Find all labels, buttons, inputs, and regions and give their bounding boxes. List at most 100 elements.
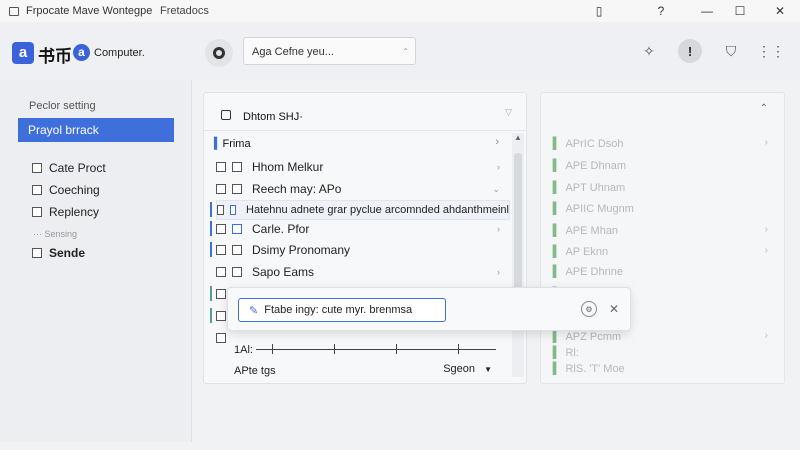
- right-list-item[interactable]: ▍ APT Uhnam: [553, 181, 625, 194]
- chevron-right-icon: ›: [764, 245, 768, 256]
- minimize-button[interactable]: —: [692, 0, 722, 22]
- checkbox[interactable]: [229, 205, 237, 215]
- checkbox[interactable]: [216, 184, 226, 194]
- right-list-item-label: APE Mhan: [565, 225, 619, 237]
- frame-row[interactable]: ▍Frima ›: [204, 133, 512, 153]
- checkbox[interactable]: [232, 184, 242, 194]
- sidebar-item-label: Sende: [49, 246, 86, 260]
- chevron-up-icon[interactable]: ⌃: [760, 103, 768, 114]
- chevron-right-icon: ›: [764, 137, 768, 148]
- right-list-item[interactable]: ▍ APZ Pcmm: [553, 330, 621, 343]
- right-list-item[interactable]: ▍ Rl:: [553, 346, 579, 359]
- sidebar-item-coeching[interactable]: Coeching: [32, 183, 100, 197]
- maximize-button[interactable]: ☐: [725, 0, 755, 22]
- right-list-item[interactable]: ▍ APE Mhan: [553, 224, 618, 237]
- checkbox[interactable]: [232, 267, 242, 277]
- sort-dropdown[interactable]: Sgeon ▼: [443, 363, 492, 375]
- chevron-right-icon: ›: [764, 224, 768, 235]
- sidebar-item-label: Coeching: [49, 183, 100, 197]
- list-item[interactable]: Sapo Eams ›: [216, 262, 512, 282]
- list-item-label: Sapo Eams: [252, 265, 315, 279]
- sidebar-item-sende[interactable]: Sende: [32, 246, 85, 260]
- sidebar-item-replency[interactable]: Replency: [32, 205, 99, 219]
- row-marker: [210, 242, 212, 257]
- list-item-highlighted[interactable]: Hatehnu adnete grar pyclue arcomnded ahd…: [216, 200, 510, 220]
- sidebar-item-selected[interactable]: Prayol brrack: [18, 118, 174, 142]
- slider-tick: [458, 344, 459, 354]
- list-item[interactable]: Carle. Pfor ›: [216, 219, 512, 239]
- sidebar-item-label: Cate Proct: [49, 161, 106, 175]
- sidebar-item-cate-proct[interactable]: Cate Proct: [32, 161, 106, 175]
- shield-icon[interactable]: ⛉: [719, 39, 743, 63]
- chevron-right-icon: ›: [497, 267, 500, 277]
- right-list-item[interactable]: ▍ APIIC Mugnm: [553, 202, 634, 215]
- gear-icon: [213, 47, 225, 59]
- app-window-icon: [9, 7, 19, 16]
- window-subtitle: Fretadocs: [160, 5, 209, 17]
- toast-chip[interactable]: ✎ Ftabe ingy: cute myr. brenmsa: [238, 298, 446, 322]
- list-item[interactable]: Dsimy Pronomany: [216, 240, 512, 260]
- app-header: a 书币 a Computer. Aga Cefne yeu... ⌃ ✧ ! …: [0, 22, 800, 80]
- settings-button[interactable]: [205, 39, 233, 67]
- frame-label: ▍Frima: [214, 137, 251, 150]
- apps-grid-icon[interactable]: ⋮⋮: [757, 39, 785, 63]
- alert-icon[interactable]: !: [678, 39, 702, 63]
- restore-icon[interactable]: ▯: [584, 0, 614, 22]
- right-list-item[interactable]: ▍ RlS. 'T' Moe: [553, 362, 625, 375]
- checkbox[interactable]: [32, 248, 42, 258]
- checkbox[interactable]: [232, 162, 242, 172]
- checkbox[interactable]: [216, 267, 226, 277]
- window-title: Frpocate Mave Wontegpe: [26, 5, 153, 17]
- right-list-item[interactable]: ▍ APE Dhnam: [553, 159, 626, 172]
- checkbox[interactable]: [32, 185, 42, 195]
- checkbox[interactable]: [216, 162, 226, 172]
- logo-text: Computer.: [94, 47, 145, 59]
- checkbox[interactable]: [216, 311, 226, 321]
- right-list-item[interactable]: ▍ APE Dhnne: [553, 265, 623, 278]
- checkbox[interactable]: [216, 333, 226, 343]
- checkbox[interactable]: [232, 224, 242, 234]
- list-item[interactable]: [216, 328, 512, 348]
- list-item-label: Dsimy Pronomany: [252, 243, 351, 257]
- checkbox[interactable]: [232, 245, 242, 255]
- chevron-down-icon[interactable]: ▽: [505, 107, 512, 118]
- list-item-label: Reech may: APo: [252, 182, 342, 196]
- checkbox[interactable]: [216, 289, 226, 299]
- list-item[interactable]: Hhom Melkur ›: [216, 157, 512, 177]
- checkbox[interactable]: [216, 224, 226, 234]
- pin-icon[interactable]: ✧: [637, 39, 661, 63]
- row-marker: [210, 202, 212, 217]
- chevron-down-icon: ▼: [484, 365, 492, 374]
- checkbox[interactable]: [32, 207, 42, 217]
- chevron-right-icon: ›: [497, 224, 500, 234]
- list-item-label: Hatehnu adnete grar pyclue arcomnded ahd…: [246, 204, 509, 216]
- right-list-item-label: APE Dhnne: [565, 266, 623, 278]
- list-item[interactable]: Reech may: APo ⌄: [216, 179, 512, 199]
- right-list-item[interactable]: ▍ APrIC Dsoh: [553, 137, 624, 150]
- close-icon[interactable]: ✕: [606, 301, 622, 317]
- slider-track[interactable]: [256, 349, 496, 350]
- right-list-item[interactable]: ▍ AP Eknn: [553, 245, 608, 258]
- row-marker: [210, 308, 212, 323]
- list-item-label: Hhom Melkur: [252, 160, 324, 174]
- status-marker-icon: ▍: [553, 138, 562, 150]
- checkbox[interactable]: [216, 245, 226, 255]
- right-list-item-label: APE Dhnam: [565, 160, 626, 172]
- scrollbar-thumb[interactable]: [514, 153, 522, 293]
- checkbox[interactable]: [217, 205, 224, 215]
- settings-icon[interactable]: ⚙: [581, 301, 597, 317]
- chevron-right-icon: ›: [764, 330, 768, 341]
- checkbox[interactable]: [32, 163, 42, 173]
- help-icon[interactable]: ?: [646, 0, 676, 22]
- status-marker-icon: ▍: [553, 225, 562, 237]
- frame-label-text: Frima: [222, 138, 251, 150]
- search-input[interactable]: Aga Cefne yeu... ⌃: [243, 37, 416, 65]
- right-list-item-label: RlS. 'T' Moe: [565, 363, 625, 375]
- status-marker-icon: ▍: [553, 160, 562, 172]
- status-marker-icon: ▍: [553, 347, 562, 359]
- slider-tick: [272, 344, 273, 354]
- scroll-up-icon[interactable]: ▲: [512, 133, 524, 145]
- close-button[interactable]: ✕: [765, 0, 795, 22]
- scrollbar[interactable]: ▲: [512, 133, 524, 377]
- right-list-item-label: APZ Pcmm: [565, 331, 622, 343]
